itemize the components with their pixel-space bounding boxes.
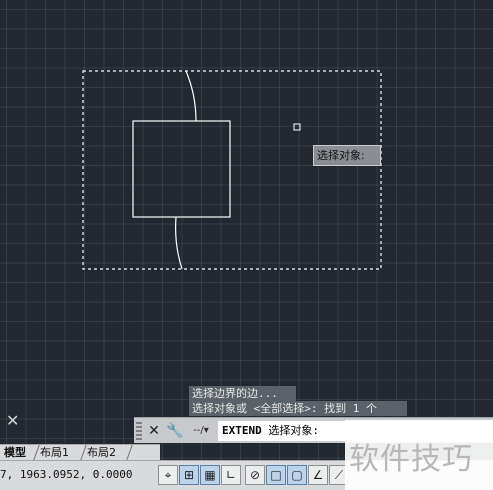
tab-model[interactable]: 模型 (4, 446, 26, 460)
wrench-icon[interactable]: 🔧 (166, 422, 184, 440)
drag-grip-icon[interactable] (136, 422, 142, 440)
grid-display-icon[interactable]: ▦ (200, 465, 220, 485)
tab-layout1[interactable]: 布局1 (40, 446, 69, 460)
ucs-x-axis-icon: ✕ (6, 411, 20, 430)
tab-layout2[interactable]: 布局2 (87, 446, 116, 460)
object-snap-icon[interactable]: □ (266, 465, 286, 485)
arc-top (185, 70, 197, 122)
command-history-line: 选择边界的边... (189, 386, 296, 401)
tab-divider (33, 445, 40, 460)
snap-mode-icon[interactable]: ⌖ (158, 465, 178, 485)
ortho-mode-icon[interactable]: ∟ (221, 465, 241, 485)
command-name: EXTEND (222, 424, 262, 437)
coordinate-readout: 7, 1963.0952, 0.0000 (0, 468, 133, 481)
dynamic-ucs-icon[interactable]: ∠ (308, 465, 328, 485)
object-snap-tracking-icon[interactable]: ▢ (287, 465, 307, 485)
snap-mode-icon[interactable]: ⊞ (179, 465, 199, 485)
tab-divider (126, 445, 133, 460)
cursor-tooltip: 选择对象: (313, 145, 381, 166)
selection-window (82, 70, 382, 270)
polar-tracking-icon[interactable]: ⊘ (245, 465, 265, 485)
watermark: 软件技巧 (345, 420, 493, 490)
rectangle-object[interactable] (132, 120, 231, 218)
command-history-line: 选择对象或 <全部选择>: 找到 1 个 (189, 401, 407, 416)
watermark-text: 软件技巧 (349, 442, 473, 477)
arc-bottom (175, 216, 183, 270)
pickbox-cursor (293, 123, 301, 131)
command-prompt: 选择对象: (268, 424, 319, 437)
layout-tabs: 模型 布局1 布局2 (0, 444, 160, 460)
tab-divider (80, 445, 87, 460)
close-icon[interactable]: ✕ (145, 422, 163, 440)
recent-commands-icon[interactable]: --/▾ (187, 421, 215, 441)
